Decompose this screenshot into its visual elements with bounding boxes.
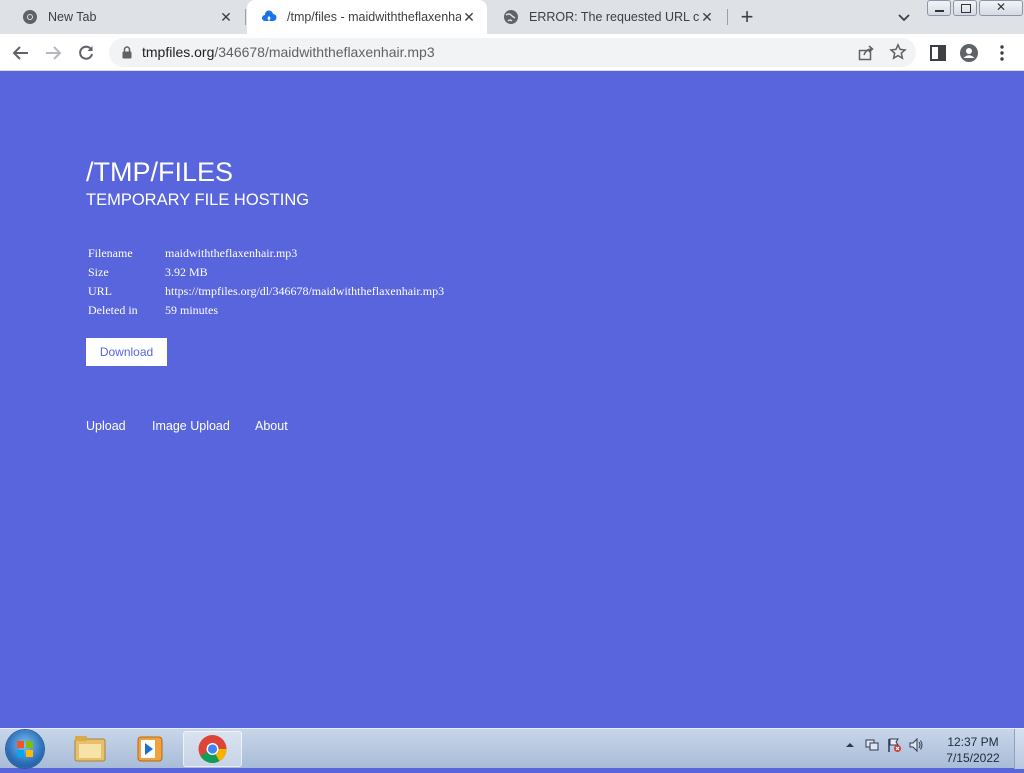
clock-date: 7/15/2022 xyxy=(946,751,1000,765)
new-tab-button[interactable]: + xyxy=(738,6,756,28)
system-tray xyxy=(842,737,924,753)
table-row: Size 3.92 MB xyxy=(86,263,446,282)
tab-error[interactable]: ERROR: The requested URL could ✕ xyxy=(489,0,725,34)
image-upload-link[interactable]: Image Upload xyxy=(152,419,230,433)
table-row: Filename maidwiththeflaxenhair.mp3 xyxy=(86,244,446,263)
tab-new-tab[interactable]: New Tab ✕ xyxy=(8,0,244,34)
reload-icon[interactable] xyxy=(76,43,96,63)
back-arrow-icon[interactable] xyxy=(11,43,31,63)
url-path: /346678/maidwiththeflaxenhair.mp3 xyxy=(214,44,435,60)
filename-value: maidwiththeflaxenhair.mp3 xyxy=(165,246,298,260)
forward-arrow-icon[interactable] xyxy=(43,43,63,63)
taskbar: 12:37 PM 7/15/2022 xyxy=(0,728,1024,769)
tab-tmpfiles[interactable]: /tmp/files - maidwiththeflaxenha ✕ xyxy=(247,0,487,34)
side-panel-icon[interactable] xyxy=(928,43,948,63)
profile-avatar-icon[interactable] xyxy=(959,43,979,63)
chrome-icon xyxy=(22,9,38,25)
network-icon[interactable] xyxy=(864,737,880,753)
restore-button[interactable] xyxy=(953,0,977,16)
star-icon[interactable] xyxy=(889,42,907,66)
action-center-flag-icon[interactable] xyxy=(886,737,902,753)
tab-title: ERROR: The requested URL could xyxy=(529,10,699,24)
show-hidden-icons-icon[interactable] xyxy=(842,737,858,753)
deleted-in-label: Deleted in xyxy=(88,303,138,317)
tab-title: New Tab xyxy=(48,10,97,24)
chrome-taskbar-icon[interactable] xyxy=(183,731,242,767)
lock-icon[interactable] xyxy=(121,46,133,64)
filename-label: Filename xyxy=(88,246,133,260)
clock-time: 12:37 PM xyxy=(947,735,999,749)
about-link[interactable]: About xyxy=(255,419,288,433)
upload-link[interactable]: Upload xyxy=(86,419,126,433)
url-text: tmpfiles.org/346678/maidwiththeflaxenhai… xyxy=(142,44,435,60)
tab-title: /tmp/files - maidwiththeflaxenha xyxy=(287,10,461,24)
size-value: 3.92 MB xyxy=(165,265,208,279)
tab-separator xyxy=(727,9,728,25)
system-clock[interactable]: 12:37 PM 7/15/2022 xyxy=(936,734,1010,766)
address-bar[interactable]: tmpfiles.org/346678/maidwiththeflaxenhai… xyxy=(109,38,916,67)
table-row: Deleted in 59 minutes xyxy=(86,301,446,320)
close-tab-icon[interactable]: ✕ xyxy=(461,9,477,25)
media-player-icon[interactable] xyxy=(122,731,178,767)
close-tab-icon[interactable]: ✕ xyxy=(218,9,234,25)
chevron-down-icon[interactable] xyxy=(896,9,912,25)
share-icon[interactable] xyxy=(857,44,875,67)
file-explorer-icon[interactable] xyxy=(62,731,118,767)
url-value: https://tmpfiles.org/dl/346678/maidwitht… xyxy=(165,284,445,298)
size-label: Size xyxy=(88,265,109,279)
show-desktop-button[interactable] xyxy=(1014,729,1024,769)
tab-separator xyxy=(245,9,246,25)
page-content: /TMP/FILES TEMPORARY FILE HOSTING Filena… xyxy=(0,71,1024,728)
more-menu-icon[interactable] xyxy=(992,43,1012,63)
table-row: URL https://tmpfiles.org/dl/346678/maidw… xyxy=(86,282,446,301)
site-title: /TMP/FILES xyxy=(86,157,234,187)
globe-icon xyxy=(503,9,519,25)
url-label: URL xyxy=(88,284,112,298)
site-subtitle: TEMPORARY FILE HOSTING xyxy=(86,191,310,209)
volume-icon[interactable] xyxy=(908,737,924,753)
cloud-upload-icon xyxy=(261,9,277,25)
deleted-in-value: 59 minutes xyxy=(165,303,218,317)
browser-toolbar: tmpfiles.org/346678/maidwiththeflaxenhai… xyxy=(0,34,1024,71)
start-button[interactable] xyxy=(6,730,44,768)
window-controls: ✕ xyxy=(927,0,1024,17)
download-button[interactable]: Download xyxy=(86,338,167,366)
minimize-button[interactable] xyxy=(927,0,951,16)
tab-strip: New Tab ✕ /tmp/files - maidwiththeflaxen… xyxy=(0,0,1024,34)
close-window-button[interactable]: ✕ xyxy=(979,0,1023,16)
url-host: tmpfiles.org xyxy=(142,44,215,60)
file-info-table: Filename maidwiththeflaxenhair.mp3 Size … xyxy=(86,244,446,320)
close-tab-icon[interactable]: ✕ xyxy=(699,9,715,25)
